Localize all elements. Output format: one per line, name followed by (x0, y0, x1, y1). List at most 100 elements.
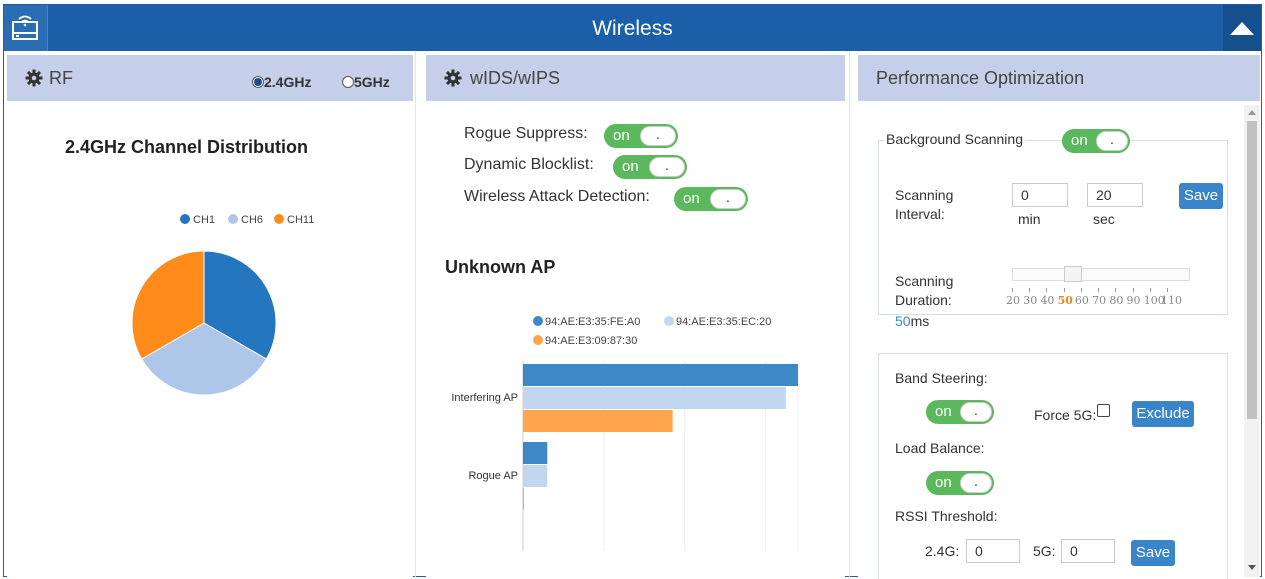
y-category-label: Interfering AP (451, 392, 518, 404)
scroll-up-icon[interactable] (1248, 109, 1256, 115)
rssi-24g-input[interactable]: 0 (966, 539, 1020, 563)
rf-panel-header: RF 2.4GHz 5GHz (7, 55, 413, 101)
load-balance-toggle[interactable]: on . (926, 471, 994, 495)
rssi-save-button[interactable]: Save (1131, 540, 1175, 566)
toggle-knob: . (649, 157, 685, 177)
rf-panel: RF 2.4GHz 5GHz 2.4GHz Channel Distributi… (7, 51, 413, 577)
slider-tick (1167, 288, 1168, 292)
bar[interactable] (523, 442, 548, 464)
toggle-state: on (613, 127, 630, 144)
unknown-ap-bar-chart: 94:AE:E3:35:FE:A0 94:AE:E3:35:EC:20 94:AE:… (451, 316, 799, 551)
bar[interactable] (523, 488, 524, 510)
rssi-5g-input[interactable]: 0 (1061, 539, 1115, 563)
scroll-down-icon[interactable] (1248, 565, 1256, 571)
legend-label: CH1 (193, 214, 215, 226)
slider-tick (1012, 288, 1013, 292)
slider-tick (1132, 288, 1134, 292)
slider-tick-label: 60 (1074, 294, 1089, 307)
legend-label: CH6 (241, 214, 263, 226)
unknown-ap-title: Unknown AP (445, 257, 556, 277)
interval-min-input[interactable]: 0 (1012, 183, 1068, 207)
slider-tick (1063, 288, 1065, 292)
slider-tick-label: 50 (1057, 294, 1073, 307)
interval-save-button[interactable]: Save (1179, 183, 1223, 209)
background-scanning-toggle[interactable]: on . (1062, 129, 1130, 153)
wids-panel: wIDS/wIPS Rogue Suppress: on . Dynamic B… (426, 51, 845, 577)
rogue-suppress-toggle[interactable]: on . (604, 124, 678, 148)
slider-tick (1029, 288, 1031, 292)
performance-panel-header: Performance Optimization (858, 55, 1260, 101)
dynamic-blocklist-label: Dynamic Blocklist: (464, 156, 594, 173)
radio-5ghz[interactable]: 5GHz (342, 74, 390, 90)
min-unit-label: min (1018, 211, 1041, 227)
rssi-5g-label: 5G: (1033, 543, 1056, 559)
duration-slider[interactable] (1012, 268, 1190, 281)
interval-sec-input[interactable]: 20 (1087, 183, 1143, 207)
slider-tick (1098, 288, 1100, 292)
toggle-state: on (683, 190, 700, 207)
slider-tick (1046, 288, 1048, 292)
slider-tick (1115, 288, 1117, 292)
radio-2-4ghz[interactable]: 2.4GHz (252, 74, 311, 90)
rssi-threshold-label: RSSI Threshold: (895, 508, 998, 524)
wids-panel-header: wIDS/wIPS (426, 55, 845, 101)
slider-tick-label: 80 (1109, 294, 1124, 307)
scanning-duration-label: Scanning (895, 273, 954, 289)
performance-panel: Performance Optimization Background Scan… (858, 51, 1260, 579)
duration-value: 50 (895, 313, 911, 329)
rf-title: RF (49, 68, 73, 88)
divider (415, 51, 416, 577)
radio-label: 5GHz (354, 74, 390, 90)
toggle-knob: . (960, 473, 992, 493)
wids-title: wIDS/wIPS (470, 68, 561, 88)
slider-tick-label: 90 (1126, 294, 1141, 307)
wireless-attack-detection-toggle[interactable]: on . (674, 187, 748, 211)
band-steering-label: Band Steering: (895, 370, 988, 386)
exclude-button[interactable]: Exclude (1132, 401, 1194, 427)
y-category-label: Rogue AP (468, 470, 518, 482)
legend-swatch (533, 316, 543, 326)
slider-tick-label: 20 (1006, 294, 1020, 307)
sec-unit-label: sec (1093, 211, 1115, 227)
page-title: Wireless (592, 17, 673, 40)
toggle-state: on (1071, 132, 1088, 149)
duration-unit: ms (910, 313, 930, 329)
dynamic-blocklist-toggle[interactable]: on . (613, 155, 687, 179)
bar[interactable] (523, 364, 798, 386)
scrollbar[interactable] (1244, 105, 1260, 577)
toggle-knob: . (1096, 131, 1128, 151)
scanning-interval-label: Scanning (895, 187, 954, 203)
legend-swatch (274, 214, 284, 224)
bar[interactable] (523, 387, 786, 409)
legend-label: CH11 (287, 214, 314, 226)
caret-up-icon (1230, 22, 1254, 35)
force-5g-checkbox[interactable] (1097, 404, 1110, 417)
band-steering-toggle[interactable]: on . (926, 400, 994, 424)
collapse-button[interactable] (1223, 5, 1261, 51)
wireless-attack-detection-label: Wireless Attack Detection: (464, 188, 650, 205)
slider-tick-label: 110 (1161, 294, 1182, 307)
duration-slider-handle[interactable] (1063, 266, 1082, 282)
gear-icon (25, 69, 43, 87)
legend-swatch (533, 335, 543, 345)
toggle-state: on (935, 474, 952, 491)
scroll-thumb[interactable] (1247, 121, 1257, 419)
radio-dot-selected (252, 76, 264, 88)
slider-tick (1080, 288, 1082, 292)
scanning-duration-label-2: Duration: (895, 292, 952, 308)
rssi-24g-label: 2.4G: (925, 543, 960, 559)
legend-swatch (228, 214, 238, 224)
background-scanning-label: Background Scanning (884, 131, 1025, 147)
chart-title: 2.4GHz Channel Distribution (65, 137, 309, 157)
legend-label: 94:AE:E3:35:FE:A0 (545, 316, 640, 328)
wireless-widget: Wireless RF 2.4GHz 5GHz 2.4GHz Channel D… (3, 4, 1262, 579)
slider-tick-label: 40 (1040, 294, 1055, 307)
bar[interactable] (523, 465, 548, 487)
rogue-suppress-label: Rogue Suppress: (464, 125, 588, 142)
radio-dot (342, 76, 354, 88)
divider (849, 51, 850, 577)
legend-label: 94:AE:E3:09:87:30 (545, 335, 637, 347)
channel-pie-chart: CH1 CH6 CH11 (131, 214, 314, 396)
force-5g-label: Force 5G: (1034, 407, 1097, 423)
bar[interactable] (523, 410, 673, 432)
